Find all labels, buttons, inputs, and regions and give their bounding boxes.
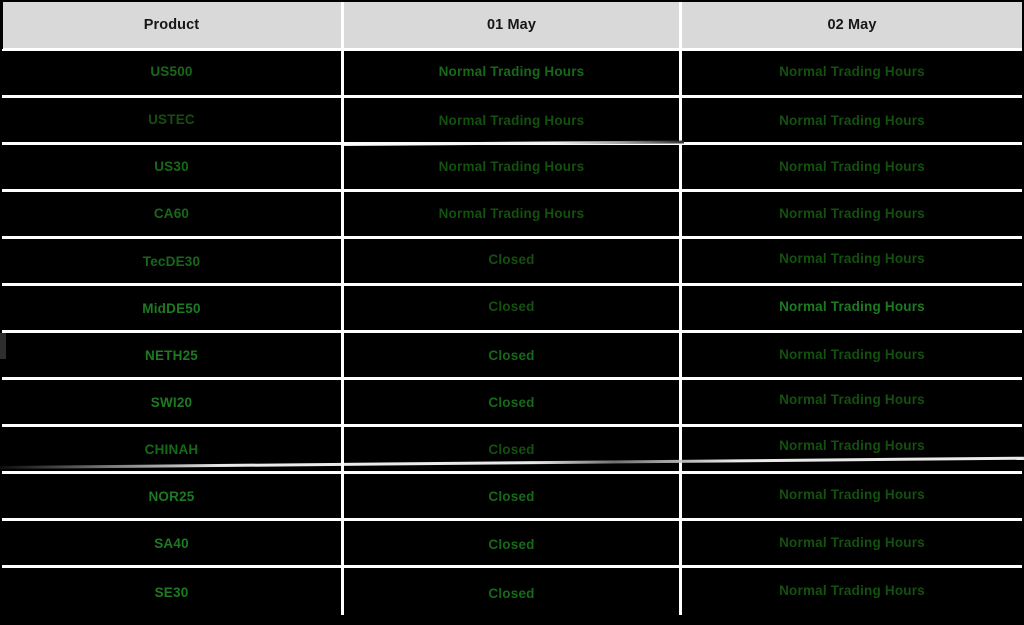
cell-day2: Normal Trading Hours <box>682 145 1022 192</box>
status-badge: Normal Trading Hours <box>779 299 925 315</box>
product-name: US30 <box>154 159 189 175</box>
status-badge: Closed <box>488 299 535 315</box>
table-row: TecDE30 Closed Normal Trading Hours <box>2 239 1022 286</box>
cell-product: SE30 <box>2 568 344 615</box>
status-badge: Normal Trading Hours <box>438 206 585 222</box>
table-row: USTEC Normal Trading Hours Normal Tradin… <box>2 98 1022 145</box>
table-row: CA60 Normal Trading Hours Normal Trading… <box>2 192 1022 239</box>
status-badge: Closed <box>488 489 535 505</box>
cell-day2: Normal Trading Hours <box>682 98 1022 145</box>
table-row: SE30 Closed Normal Trading Hours <box>2 568 1022 615</box>
table-row: US500 Normal Trading Hours Normal Tradin… <box>2 51 1022 98</box>
cell-product: USTEC <box>2 98 344 145</box>
cell-product: US500 <box>2 51 344 98</box>
product-name: NETH25 <box>145 348 198 364</box>
trading-hours-table: Product 01 May 02 May US500 Normal Tradi… <box>2 2 1022 615</box>
status-badge: Normal Trading Hours <box>779 206 925 222</box>
cell-day1: Closed <box>344 286 682 333</box>
cell-day2: Normal Trading Hours <box>682 51 1022 98</box>
cell-day1: Closed <box>344 333 682 380</box>
cell-day1: Closed <box>344 474 682 521</box>
table-row: NOR25 Closed Normal Trading Hours <box>2 474 1022 521</box>
table-header-row: Product 01 May 02 May <box>2 2 1022 51</box>
table-row: US30 Normal Trading Hours Normal Trading… <box>2 145 1022 192</box>
cell-day2: Normal Trading Hours <box>682 239 1022 286</box>
cell-day1: Closed <box>344 239 682 286</box>
status-badge: Normal Trading Hours <box>779 159 925 175</box>
product-name: TecDE30 <box>142 254 201 270</box>
status-badge: Closed <box>488 585 535 601</box>
table-row: CHINAH Closed Normal Trading Hours <box>2 427 1022 474</box>
cell-product: US30 <box>2 145 344 192</box>
status-badge: Normal Trading Hours <box>779 535 925 551</box>
cell-day2: Normal Trading Hours <box>682 568 1022 615</box>
status-badge: Closed <box>488 537 535 553</box>
status-badge: Closed <box>488 442 535 458</box>
cell-product: NETH25 <box>2 333 344 380</box>
product-name: SA40 <box>154 536 189 552</box>
cell-day1: Closed <box>344 427 682 474</box>
cell-product: TecDE30 <box>2 239 344 286</box>
cell-day2: Normal Trading Hours <box>682 427 1022 474</box>
product-name: USTEC <box>148 112 195 128</box>
trading-hours-schedule: Product 01 May 02 May US500 Normal Tradi… <box>0 0 1024 625</box>
status-badge: Normal Trading Hours <box>438 64 585 80</box>
cell-day2: Normal Trading Hours <box>682 474 1022 521</box>
status-badge: Normal Trading Hours <box>779 487 925 503</box>
column-header-product: Product <box>2 2 344 51</box>
status-badge: Closed <box>488 395 535 411</box>
table-body: US500 Normal Trading Hours Normal Tradin… <box>2 51 1022 615</box>
cell-product: MidDE50 <box>2 286 344 333</box>
cell-day1: Normal Trading Hours <box>344 192 682 239</box>
cell-day1: Closed <box>344 568 682 615</box>
cell-product: NOR25 <box>2 474 344 521</box>
table-row: MidDE50 Closed Normal Trading Hours <box>2 286 1022 333</box>
cell-day1: Closed <box>344 521 682 568</box>
status-badge: Normal Trading Hours <box>438 159 585 175</box>
status-badge: Normal Trading Hours <box>779 582 925 598</box>
column-header-day2: 02 May <box>682 2 1022 51</box>
table-header: Product 01 May 02 May <box>2 2 1022 51</box>
product-name: CHINAH <box>144 442 199 458</box>
status-badge: Normal Trading Hours <box>438 113 585 129</box>
cell-day2: Normal Trading Hours <box>682 333 1022 380</box>
product-name: CA60 <box>153 206 190 222</box>
cell-day2: Normal Trading Hours <box>682 521 1022 568</box>
product-name: SE30 <box>154 584 189 600</box>
cell-product: CA60 <box>2 192 344 239</box>
product-name: SWI20 <box>150 395 193 411</box>
cell-product: SA40 <box>2 521 344 568</box>
status-badge: Closed <box>488 252 535 268</box>
cell-product: SWI20 <box>2 380 344 427</box>
cell-product: CHINAH <box>2 427 344 474</box>
product-name: MidDE50 <box>142 301 201 317</box>
cell-day2: Normal Trading Hours <box>682 380 1022 427</box>
table-row: SWI20 Closed Normal Trading Hours <box>2 380 1022 427</box>
status-badge: Normal Trading Hours <box>779 64 925 80</box>
column-header-day1: 01 May <box>344 2 682 51</box>
cell-day2: Normal Trading Hours <box>682 286 1022 333</box>
cell-day1: Normal Trading Hours <box>344 51 682 98</box>
status-badge: Normal Trading Hours <box>779 113 925 129</box>
cell-day2: Normal Trading Hours <box>682 192 1022 239</box>
cell-day1: Normal Trading Hours <box>344 145 682 192</box>
status-badge: Normal Trading Hours <box>779 347 925 363</box>
product-name: NOR25 <box>148 489 195 505</box>
status-badge: Normal Trading Hours <box>779 392 925 408</box>
status-badge: Normal Trading Hours <box>779 438 925 454</box>
status-badge: Normal Trading Hours <box>779 251 925 267</box>
status-badge: Closed <box>488 348 535 364</box>
cell-day1: Closed <box>344 380 682 427</box>
table-row: SA40 Closed Normal Trading Hours <box>2 521 1022 568</box>
table-row: NETH25 Closed Normal Trading Hours <box>2 333 1022 380</box>
cell-day1: Normal Trading Hours <box>344 98 682 145</box>
product-name: US500 <box>150 64 193 80</box>
